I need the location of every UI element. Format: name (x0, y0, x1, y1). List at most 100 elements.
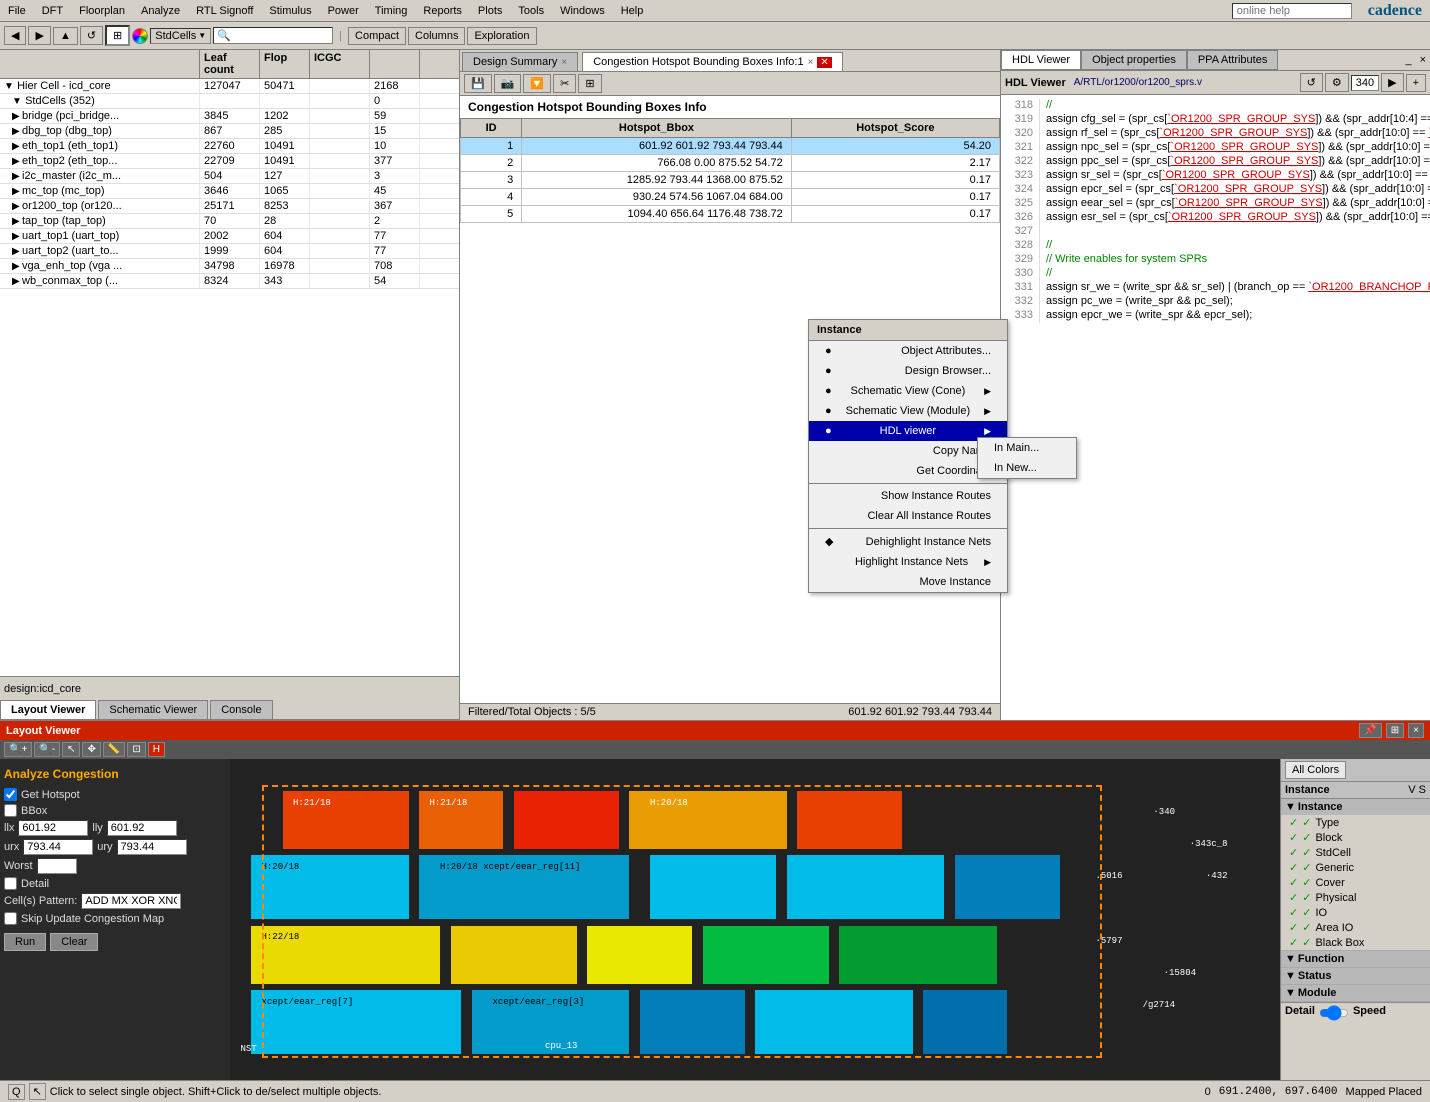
cell-search-box[interactable]: 🔍 (213, 27, 333, 44)
tree-row[interactable]: ▼ Hier Cell - icd_core 127047 50471 2168 (0, 79, 459, 94)
tree-row[interactable]: ▶mc_top (mc_top) 3646 1065 45 (0, 184, 459, 199)
clear-btn[interactable]: Clear (50, 933, 98, 951)
cell-search-input[interactable] (231, 30, 329, 42)
tree-row[interactable]: ▶bridge (pci_bridge... 3845 1202 59 (0, 109, 459, 124)
menu-file[interactable]: File (0, 3, 34, 19)
lv-close-btn[interactable]: × (1408, 723, 1424, 738)
columns-btn[interactable]: Columns (408, 27, 465, 45)
lv-move-btn[interactable]: ✥ (82, 742, 100, 757)
tree-row[interactable]: ▶uart_top1 (uart_top) 2002 604 77 (0, 229, 459, 244)
ctx-show-routes[interactable]: Show Instance Routes (809, 486, 1007, 506)
module-group-header[interactable]: ▼ Module (1281, 985, 1430, 1001)
save-btn[interactable]: 💾 (464, 74, 492, 93)
hdl-in-main[interactable]: In Main... (978, 438, 1076, 458)
congestion-close-btn[interactable]: ✕ (817, 57, 831, 68)
menu-floorplan[interactable]: Floorplan (71, 3, 133, 19)
menu-power[interactable]: Power (320, 3, 367, 19)
menu-tools[interactable]: Tools (510, 3, 552, 19)
exploration-btn[interactable]: Exploration (467, 27, 536, 45)
congestion-tab-close[interactable]: × (808, 57, 814, 68)
tab-console[interactable]: Console (210, 700, 272, 719)
forward-btn[interactable]: ▶ (28, 26, 50, 45)
cursor-btn[interactable]: ↖ (29, 1083, 46, 1100)
menu-rtl-signoff[interactable]: RTL Signoff (188, 3, 261, 19)
lv-select-btn[interactable]: ↖ (62, 742, 80, 757)
grid-btn[interactable]: ⊞ (578, 74, 601, 93)
ctx-move-instance[interactable]: Move Instance (809, 572, 1007, 592)
physical-item[interactable]: ✓ ✓ Physical (1281, 890, 1430, 905)
stdcells-dropdown-arrow[interactable]: ▼ (198, 31, 206, 40)
all-colors-btn[interactable]: All Colors (1285, 761, 1346, 779)
global-search-input[interactable] (1232, 3, 1352, 19)
status-group-header[interactable]: ▼ Status (1281, 968, 1430, 984)
generic-item[interactable]: ✓ ✓ Generic (1281, 860, 1430, 875)
lly-input[interactable] (107, 820, 177, 836)
bbox-checkbox[interactable] (4, 804, 17, 817)
type-item[interactable]: ✓ ✓ Type (1281, 815, 1430, 830)
menu-stimulus[interactable]: Stimulus (261, 3, 319, 19)
function-group-header[interactable]: ▼ Function (1281, 951, 1430, 967)
camera-btn[interactable]: 📷 (494, 74, 522, 93)
detail-slider[interactable] (1319, 1005, 1349, 1021)
menu-help[interactable]: Help (613, 3, 652, 19)
tab-schematic-viewer[interactable]: Schematic Viewer (98, 700, 208, 719)
stdcell-item[interactable]: ✓ ✓ StdCell (1281, 845, 1430, 860)
menu-timing[interactable]: Timing (367, 3, 416, 19)
io-item[interactable]: ✓ ✓ IO (1281, 905, 1430, 920)
ctx-dehighlight-nets[interactable]: ◆ Dehighlight Instance Nets (809, 531, 1007, 552)
menu-reports[interactable]: Reports (415, 3, 470, 19)
filter-btn[interactable]: 🔽 (523, 74, 551, 93)
ctx-object-attributes[interactable]: ● Object Attributes... (809, 341, 1007, 361)
expand-icon[interactable]: ▼ (4, 81, 14, 92)
cong-row-2[interactable]: 2 766.08 0.00 875.52 54.72 2.17 (461, 155, 1000, 172)
tree-row[interactable]: ▶tap_top (tap_top) 70 28 2 (0, 214, 459, 229)
cover-item[interactable]: ✓ ✓ Cover (1281, 875, 1430, 890)
worst-input[interactable] (37, 858, 77, 874)
tree-row[interactable]: ▶or1200_top (or120... 25171 8253 367 (0, 199, 459, 214)
back-btn[interactable]: ◀ (4, 26, 26, 45)
right-panel-minimize-btn[interactable]: _ (1401, 50, 1415, 70)
scissors-btn[interactable]: ✂ (553, 74, 576, 93)
cong-row-3[interactable]: 3 1285.92 793.44 1368.00 875.52 0.17 (461, 172, 1000, 189)
tree-row[interactable]: ▶eth_top1 (eth_top1) 22760 10491 10 (0, 139, 459, 154)
lv-zoom-in-btn[interactable]: 🔍+ (4, 742, 32, 757)
q-btn[interactable]: Q (8, 1084, 25, 1100)
tree-row[interactable]: ▶vga_enh_top (vga ... 34798 16978 708 (0, 259, 459, 274)
tree-row[interactable]: ▶i2c_master (i2c_m... 504 127 3 (0, 169, 459, 184)
lv-pin-btn[interactable]: 📌 (1359, 723, 1381, 738)
menu-plots[interactable]: Plots (470, 3, 510, 19)
design-summary-close[interactable]: × (561, 57, 567, 68)
hdl-go-btn[interactable]: ▶ (1381, 73, 1403, 92)
cong-row-5[interactable]: 5 1094.40 656.64 1176.48 738.72 0.17 (461, 206, 1000, 223)
get-hotspot-checkbox[interactable] (4, 788, 17, 801)
ctx-highlight-nets[interactable]: Highlight Instance Nets (809, 552, 1007, 572)
up-btn[interactable]: ▲ (53, 27, 78, 45)
llx-input[interactable] (18, 820, 88, 836)
black-box-item[interactable]: ✓ ✓ Black Box (1281, 935, 1430, 950)
hdl-config-btn[interactable]: ⚙ (1325, 73, 1349, 92)
menu-analyze[interactable]: Analyze (133, 3, 188, 19)
tab-hdl-viewer[interactable]: HDL Viewer (1001, 50, 1081, 70)
tab-congestion[interactable]: Congestion Hotspot Bounding Boxes Info:1… (582, 52, 843, 71)
menu-dft[interactable]: DFT (34, 3, 71, 19)
cong-row-1[interactable]: 1 601.92 601.92 793.44 793.44 54.20 (461, 138, 1000, 155)
ury-input[interactable] (117, 839, 187, 855)
tree-row[interactable]: ▶wb_conmax_top (... 8324 343 54 (0, 274, 459, 289)
expand-icon[interactable]: ▼ (12, 96, 22, 107)
instance-group-header[interactable]: ▼ Instance (1281, 799, 1430, 815)
ctx-schematic-cone[interactable]: ● Schematic View (Cone) (809, 381, 1007, 401)
tree-row[interactable]: ▶eth_top2 (eth_top... 22709 10491 377 (0, 154, 459, 169)
urx-input[interactable] (23, 839, 93, 855)
ctx-schematic-module[interactable]: ● Schematic View (Module) (809, 401, 1007, 421)
compact-btn[interactable]: Compact (348, 27, 406, 45)
lv-zoom-out-btn[interactable]: 🔍- (34, 742, 60, 757)
skip-checkbox[interactable] (4, 912, 17, 925)
cong-row-4[interactable]: 4 930.24 574.56 1067.04 684.00 0.17 (461, 189, 1000, 206)
tab-layout-viewer[interactable]: Layout Viewer (0, 700, 96, 719)
detail-checkbox[interactable] (4, 877, 17, 890)
lv-ruler-btn[interactable]: 📏 (103, 742, 125, 757)
color-btn[interactable] (132, 28, 148, 44)
tab-design-summary[interactable]: Design Summary × (462, 52, 578, 71)
lv-max-btn[interactable]: ⊞ (1386, 723, 1404, 738)
area-io-item[interactable]: ✓ ✓ Area IO (1281, 920, 1430, 935)
